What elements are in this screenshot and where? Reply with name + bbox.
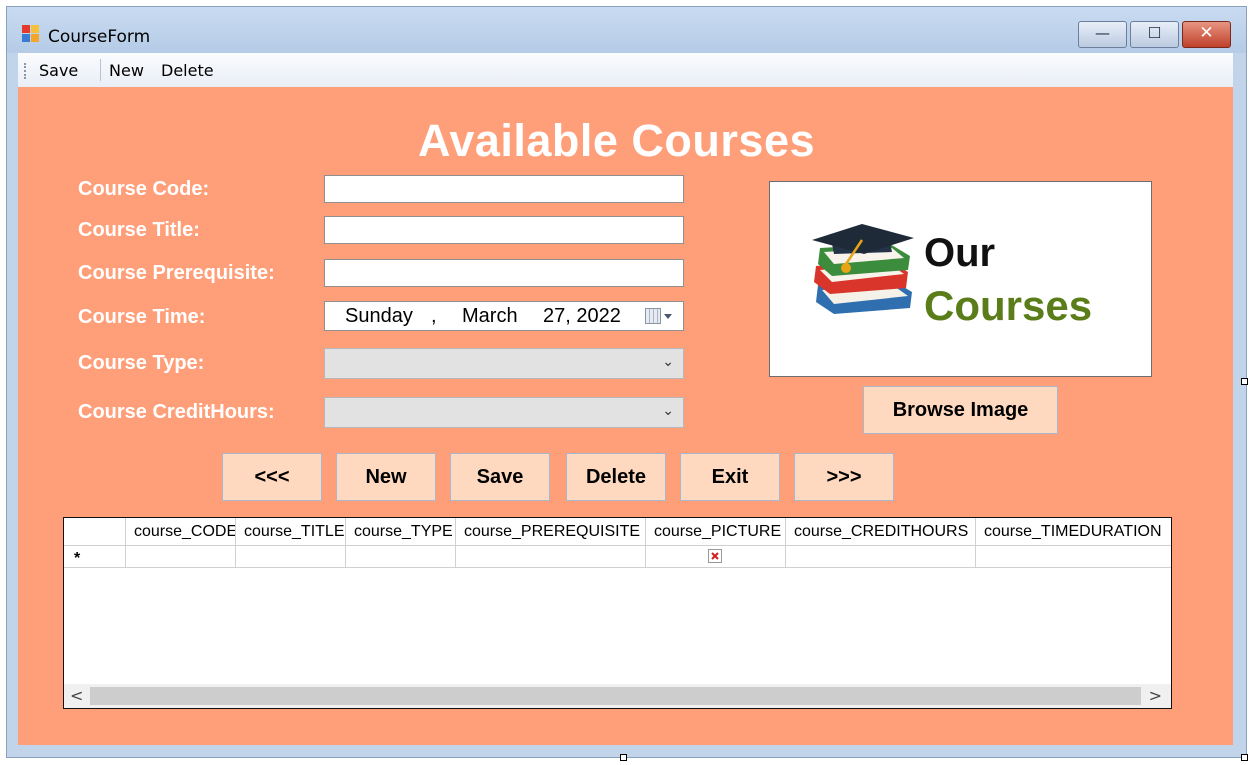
column-header[interactable]: course_PREREQUISITE: [456, 518, 646, 546]
scrollbar-thumb[interactable]: [90, 687, 1141, 705]
minimize-icon: —: [1095, 24, 1110, 42]
chevron-down-icon[interactable]: ⌄: [662, 354, 674, 370]
window-title: CourseForm: [48, 27, 151, 47]
calendar-icon[interactable]: [645, 308, 661, 324]
course-credithours-label: Course CreditHours:: [78, 401, 275, 423]
course-credithours-combo[interactable]: ⌄: [324, 397, 684, 428]
column-header[interactable]: course_CODE: [126, 518, 236, 546]
chevron-down-icon[interactable]: ⌄: [662, 403, 674, 419]
close-icon: ✕: [1199, 23, 1214, 43]
table-cell[interactable]: [126, 546, 236, 568]
date-day-year: 27, 2022: [543, 305, 621, 327]
resize-handle-corner[interactable]: [1241, 754, 1248, 761]
calendar-dropdown-icon[interactable]: [664, 314, 672, 319]
horizontal-scrollbar[interactable]: < >: [64, 684, 1171, 708]
course-prerequisite-input[interactable]: [324, 259, 684, 287]
scroll-left-icon[interactable]: <: [70, 686, 83, 705]
maximize-button[interactable]: ☐: [1130, 21, 1179, 48]
menu-grip-icon: [24, 63, 28, 79]
previous-button[interactable]: <<<: [222, 453, 322, 501]
close-button[interactable]: ✕: [1182, 21, 1231, 48]
new-row-marker[interactable]: *: [64, 546, 126, 568]
column-header[interactable]: course_PICTURE: [646, 518, 786, 546]
table-cell[interactable]: [786, 546, 976, 568]
exit-button[interactable]: Exit: [680, 453, 780, 501]
scroll-right-icon[interactable]: >: [1149, 686, 1162, 705]
table-cell[interactable]: [236, 546, 346, 568]
menu-delete[interactable]: Delete: [161, 61, 214, 80]
table-cell[interactable]: [646, 546, 786, 568]
books-graduation-cap-icon: [812, 224, 914, 314]
column-header[interactable]: course_CREDITHOURS: [786, 518, 976, 546]
table-cell[interactable]: [976, 546, 1171, 568]
broken-image-icon: [708, 549, 722, 563]
menu-strip: Save New Delete: [18, 53, 1233, 88]
course-title-input[interactable]: [324, 216, 684, 244]
menu-separator: [100, 59, 101, 81]
course-type-combo[interactable]: ⌄: [324, 348, 684, 379]
table-cell[interactable]: [456, 546, 646, 568]
column-header[interactable]: course_TITLE: [236, 518, 346, 546]
course-type-label: Course Type:: [78, 352, 205, 374]
minimize-button[interactable]: —: [1078, 21, 1127, 48]
next-button[interactable]: >>>: [794, 453, 894, 501]
title-bar[interactable]: CourseForm — ☐ ✕: [7, 7, 1246, 53]
column-header[interactable]: course_TIMEDURATION: [976, 518, 1171, 546]
resize-handle-right[interactable]: [1241, 378, 1248, 385]
course-time-datepicker[interactable]: Sunday , March 27, 2022: [324, 301, 684, 331]
maximize-icon: ☐: [1147, 24, 1162, 42]
row-header-corner: [64, 518, 126, 546]
course-form-window: CourseForm — ☐ ✕ Save New Delete Availab…: [6, 6, 1247, 758]
table-cell[interactable]: [346, 546, 456, 568]
new-button[interactable]: New: [336, 453, 436, 501]
courses-data-grid[interactable]: course_CODE course_TITLE course_TYPE cou…: [63, 517, 1172, 709]
save-button[interactable]: Save: [450, 453, 550, 501]
date-comma: ,: [431, 305, 437, 327]
browse-image-button[interactable]: Browse Image: [863, 386, 1058, 434]
logo-line1: Our: [924, 231, 995, 275]
course-prerequisite-label: Course Prerequisite:: [78, 262, 275, 284]
course-time-label: Course Time:: [78, 306, 206, 328]
app-icon: [22, 25, 42, 43]
course-picture-box: Our Courses: [769, 181, 1152, 377]
course-code-label: Course Code:: [78, 178, 210, 200]
logo-line2: Courses: [924, 282, 1092, 329]
menu-save[interactable]: Save: [39, 61, 78, 80]
column-header[interactable]: course_TYPE: [346, 518, 456, 546]
menu-new[interactable]: New: [109, 61, 144, 80]
course-logo-image: Our Courses: [812, 224, 1092, 329]
date-weekday: Sunday: [345, 305, 413, 327]
resize-handle-bottom[interactable]: [620, 754, 627, 761]
page-title: Available Courses: [418, 115, 815, 166]
date-month: March: [462, 305, 518, 327]
delete-button[interactable]: Delete: [566, 453, 666, 501]
course-code-input[interactable]: [324, 175, 684, 203]
form-client-area: Available Courses Course Code: Course Ti…: [18, 87, 1233, 745]
course-title-label: Course Title:: [78, 219, 200, 241]
